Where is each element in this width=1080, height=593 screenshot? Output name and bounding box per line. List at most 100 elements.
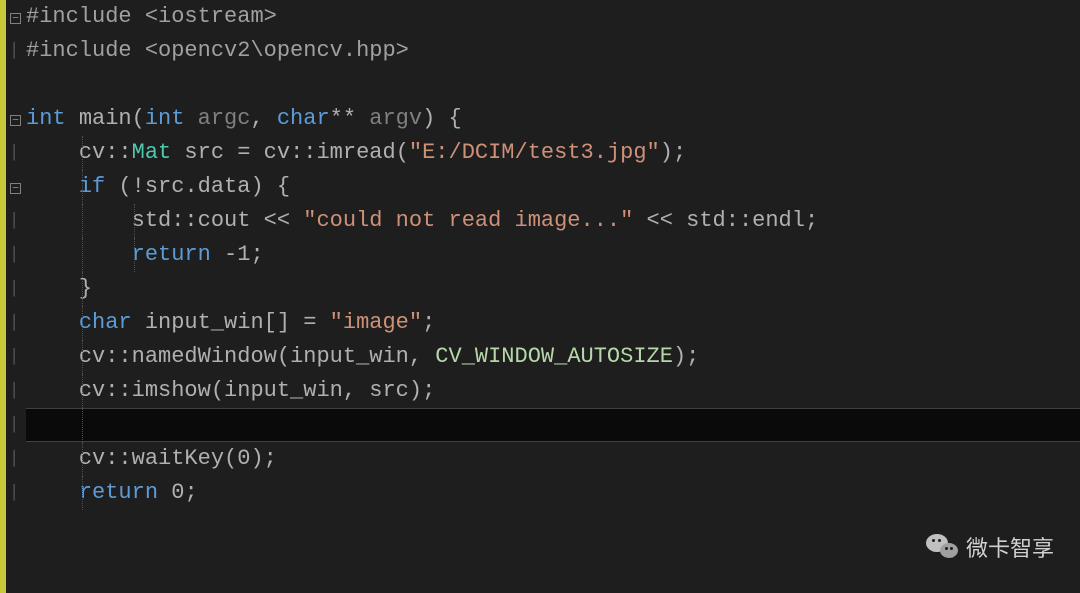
fold-marker[interactable]: − (10, 102, 21, 136)
token-identifier: main (79, 106, 132, 131)
token-paren: ( (396, 140, 409, 165)
token-punct: :: (105, 378, 131, 403)
token-paren: ( (132, 106, 145, 131)
indent-guide (134, 238, 135, 272)
code-editor[interactable]: −│−│−│││││││││ #include <iostream>#inclu… (0, 0, 1080, 593)
token-identifier: input_win (224, 378, 343, 403)
token-func: imread (316, 140, 395, 165)
indent-guide (82, 136, 83, 170)
token-keyword: return (79, 480, 158, 505)
fold-marker: │ (10, 136, 18, 170)
code-line[interactable]: if (!src.data) { (26, 170, 1080, 204)
fold-marker: │ (10, 306, 18, 340)
token-preprocessor: #include (26, 4, 145, 29)
token-identifier: src (369, 378, 409, 403)
code-line[interactable]: int main(int argc, char** argv) { (26, 102, 1080, 136)
token-punct: :: (105, 140, 131, 165)
line-content: #include <opencv2\opencv.hpp> (26, 38, 409, 63)
token-operator: - (224, 242, 237, 267)
token-paren: ) (673, 344, 686, 369)
token-punct: } (79, 276, 92, 301)
token-punct: . (184, 174, 197, 199)
token-include-path: <iostream> (145, 4, 277, 29)
token-punct: , (409, 344, 435, 369)
token-paren: ( (118, 174, 131, 199)
fold-marker: │ (10, 442, 18, 476)
token-namespace: std (686, 208, 726, 233)
token-punct (211, 242, 224, 267)
indent-guide (82, 272, 83, 306)
indent-guide (134, 204, 135, 238)
token-punct (673, 208, 686, 233)
fold-marker: │ (10, 238, 18, 272)
token-punct (633, 208, 646, 233)
fold-marker: │ (10, 476, 18, 510)
code-line[interactable] (26, 68, 1080, 102)
code-line[interactable]: cv::namedWindow(input_win, CV_WINDOW_AUT… (26, 340, 1080, 374)
code-line[interactable]: cv::Mat src = cv::imread("E:/DCIM/test3.… (26, 136, 1080, 170)
token-punct (316, 310, 329, 335)
line-content: std::cout << "could not read image..." <… (26, 208, 818, 233)
token-identifier: src (145, 174, 185, 199)
token-punct: :: (105, 344, 131, 369)
token-paren: [] (264, 310, 290, 335)
fold-marker: │ (10, 374, 18, 408)
token-punct: ; (250, 242, 263, 267)
line-content: cv::waitKey(0); (26, 446, 277, 471)
token-punct: ; (264, 446, 277, 471)
line-content: cv::namedWindow(input_win, CV_WINDOW_AUT… (26, 344, 699, 369)
token-paren: ( (224, 446, 237, 471)
code-line[interactable]: return 0; (26, 476, 1080, 510)
token-identifier: src (171, 140, 237, 165)
indent-guide (82, 306, 83, 340)
token-punct: ; (805, 208, 818, 233)
code-line[interactable]: cv::waitKey(0); (26, 442, 1080, 476)
token-punct (290, 208, 303, 233)
token-string: "image" (330, 310, 422, 335)
token-identifier: cout (198, 208, 264, 233)
code-line[interactable]: #include <opencv2\opencv.hpp> (26, 34, 1080, 68)
line-content: if (!src.data) { (26, 174, 290, 199)
code-line[interactable]: cv::imshow(input_win, src); (26, 374, 1080, 408)
token-punct: :: (171, 208, 197, 233)
token-identifier: input_win (290, 344, 409, 369)
token-number: 1 (237, 242, 250, 267)
token-punct (66, 106, 79, 131)
code-line[interactable]: } (26, 272, 1080, 306)
token-class-name: Mat (132, 140, 172, 165)
token-param: argc (184, 106, 250, 131)
code-line[interactable]: #include <iostream> (26, 0, 1080, 34)
token-operator: << (647, 208, 673, 233)
token-paren: ( (277, 344, 290, 369)
token-punct: ; (184, 480, 197, 505)
line-content: return 0; (26, 480, 198, 505)
token-include-path: <opencv2\opencv.hpp> (145, 38, 409, 63)
token-identifier: endl (752, 208, 805, 233)
token-operator: ** (330, 106, 356, 131)
code-line[interactable]: char input_win[] = "image"; (26, 306, 1080, 340)
indent-guide (82, 408, 83, 442)
token-punct: :: (726, 208, 752, 233)
token-number: 0 (237, 446, 250, 471)
token-paren: ) (660, 140, 673, 165)
code-area[interactable]: #include <iostream>#include <opencv2\ope… (26, 0, 1080, 593)
code-line[interactable] (26, 408, 1080, 442)
fold-marker[interactable]: − (10, 0, 21, 34)
line-content: int main(int argc, char** argv) { (26, 106, 462, 131)
token-paren: ( (211, 378, 224, 403)
fold-marker[interactable]: − (10, 170, 21, 204)
token-number: 0 (171, 480, 184, 505)
line-content: #include <iostream> (26, 4, 277, 29)
token-punct (105, 174, 118, 199)
token-punct: { (449, 106, 462, 131)
token-param: argv (356, 106, 422, 131)
token-keyword-type: int (145, 106, 185, 131)
token-paren: ) (250, 174, 263, 199)
code-line[interactable]: return -1; (26, 238, 1080, 272)
fold-gutter[interactable]: −│−│−│││││││││ (0, 0, 26, 593)
code-line[interactable]: std::cout << "could not read image..." <… (26, 204, 1080, 238)
indent-guide (82, 442, 83, 476)
indent-guide (82, 374, 83, 408)
token-punct: ; (686, 344, 699, 369)
token-string: "E:/DCIM/test3.jpg" (409, 140, 660, 165)
